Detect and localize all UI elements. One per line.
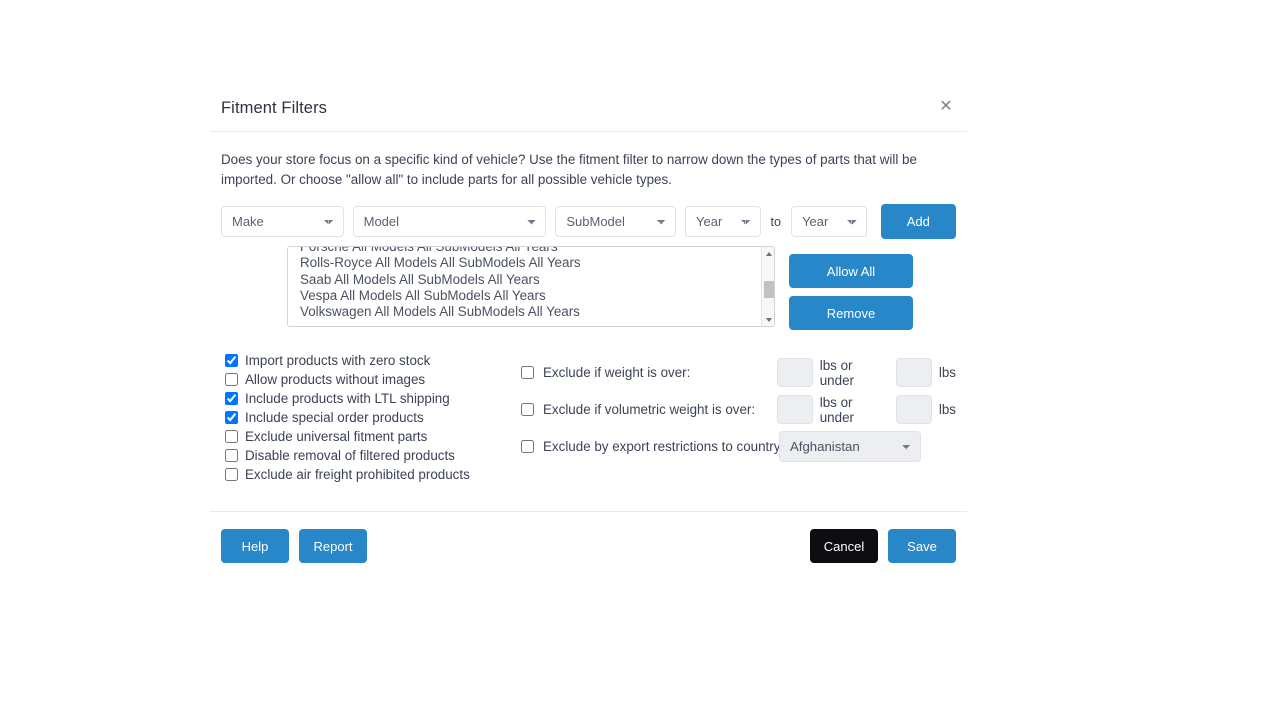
option-label[interactable]: Disable removal of filtered products bbox=[245, 446, 455, 465]
fitment-filter-row: Make Model SubModel Year to Year Add bbox=[221, 204, 957, 239]
options-right-column: Exclude if weight is over: lbs or under … bbox=[521, 351, 956, 484]
intro-text: Does your store focus on a specific kind… bbox=[221, 150, 956, 190]
save-button[interactable]: Save bbox=[888, 529, 956, 563]
fitment-filters-modal: Fitment Filters ✕ Does your store focus … bbox=[210, 86, 967, 563]
footer-right-buttons: Cancel Save bbox=[810, 529, 956, 563]
exclude-volumetric-label[interactable]: Exclude if volumetric weight is over: bbox=[543, 400, 755, 419]
volumetric-under-input[interactable] bbox=[895, 395, 932, 424]
option-row: Allow products without images bbox=[225, 370, 521, 389]
page-title: Fitment Filters bbox=[221, 99, 328, 117]
option-checkbox[interactable] bbox=[225, 354, 238, 367]
fitment-list-scroll-content: Porsche All Models All SubModels All Yea… bbox=[288, 247, 761, 320]
country-select[interactable]: Afghanistan bbox=[779, 431, 921, 462]
report-button[interactable]: Report bbox=[299, 529, 367, 563]
list-item[interactable]: Saab All Models All SubModels All Years bbox=[300, 272, 761, 288]
year-from-select[interactable]: Year bbox=[685, 206, 761, 237]
list-item[interactable]: Rolls-Royce All Models All SubModels All… bbox=[300, 255, 761, 271]
options-section: Import products with zero stock Allow pro… bbox=[221, 351, 956, 484]
option-label[interactable]: Exclude air freight prohibited products bbox=[245, 465, 470, 484]
weight-over-input[interactable] bbox=[776, 358, 813, 387]
option-row: Exclude universal fitment parts bbox=[225, 427, 521, 446]
fitment-listbox-wrapper: Porsche All Models All SubModels All Yea… bbox=[287, 246, 775, 327]
list-item[interactable]: Volkswagen All Models All SubModels All … bbox=[300, 304, 761, 320]
allow-all-button[interactable]: Allow All bbox=[789, 254, 913, 288]
option-row: Disable removal of filtered products bbox=[225, 446, 521, 465]
option-row: Exclude air freight prohibited products bbox=[225, 465, 521, 484]
modal-header: Fitment Filters ✕ bbox=[210, 86, 967, 132]
option-checkbox[interactable] bbox=[225, 468, 238, 481]
listbox-scrollbar[interactable] bbox=[761, 247, 774, 326]
exclude-weight-checkbox[interactable] bbox=[521, 366, 534, 379]
option-row: Import products with zero stock bbox=[225, 351, 521, 370]
modal-body: Does your store focus on a specific kind… bbox=[210, 132, 967, 484]
to-label: to bbox=[770, 214, 782, 229]
exclude-export-checkbox[interactable] bbox=[521, 440, 534, 453]
scroll-down-arrow-icon[interactable] bbox=[762, 313, 774, 326]
weight-mid-label: lbs or under bbox=[819, 357, 854, 388]
option-checkbox[interactable] bbox=[225, 392, 238, 405]
submodel-select[interactable]: SubModel bbox=[555, 206, 677, 237]
year-to-select[interactable]: Year bbox=[791, 206, 867, 237]
exclude-export-row: Exclude by export restrictions to countr… bbox=[521, 428, 956, 465]
exclude-export-label[interactable]: Exclude by export restrictions to countr… bbox=[543, 437, 784, 456]
list-side-buttons: Allow All Remove bbox=[789, 246, 913, 330]
volumetric-end-label: lbs bbox=[938, 402, 956, 417]
model-select[interactable]: Model bbox=[352, 206, 547, 237]
exclude-weight-label[interactable]: Exclude if weight is over: bbox=[543, 363, 690, 382]
intro-line-2: Or choose "allow all" to include parts f… bbox=[280, 172, 672, 187]
remove-button[interactable]: Remove bbox=[789, 296, 913, 330]
fitment-list-area: Porsche All Models All SubModels All Yea… bbox=[221, 246, 956, 330]
scrollbar-thumb[interactable] bbox=[763, 281, 774, 298]
list-item[interactable]: Porsche All Models All SubModels All Yea… bbox=[300, 247, 761, 255]
option-label[interactable]: Allow products without images bbox=[245, 370, 425, 389]
weight-under-input[interactable] bbox=[895, 358, 932, 387]
fitment-listbox[interactable]: Porsche All Models All SubModels All Yea… bbox=[287, 246, 775, 327]
exclude-volumetric-checkbox[interactable] bbox=[521, 403, 534, 416]
option-label[interactable]: Include special order products bbox=[245, 408, 424, 427]
option-checkbox[interactable] bbox=[225, 449, 238, 462]
modal-footer: Help Report Cancel Save bbox=[210, 511, 967, 563]
option-label[interactable]: Import products with zero stock bbox=[245, 351, 430, 370]
exclude-weight-row: Exclude if weight is over: lbs or under … bbox=[521, 354, 956, 391]
add-button[interactable]: Add bbox=[880, 204, 957, 239]
cancel-button[interactable]: Cancel bbox=[810, 529, 878, 563]
help-button[interactable]: Help bbox=[221, 529, 289, 563]
footer-left-buttons: Help Report bbox=[221, 529, 367, 563]
option-checkbox[interactable] bbox=[225, 373, 238, 386]
volumetric-over-input[interactable] bbox=[776, 395, 813, 424]
weight-end-label: lbs bbox=[938, 365, 956, 380]
option-label[interactable]: Exclude universal fitment parts bbox=[245, 427, 427, 446]
close-icon[interactable]: ✕ bbox=[935, 96, 957, 118]
volumetric-mid-label: lbs or under bbox=[819, 394, 854, 425]
option-checkbox[interactable] bbox=[225, 411, 238, 424]
make-select[interactable]: Make bbox=[221, 206, 344, 237]
option-checkbox[interactable] bbox=[225, 430, 238, 443]
option-label[interactable]: Include products with LTL shipping bbox=[245, 389, 450, 408]
scroll-up-arrow-icon[interactable] bbox=[762, 247, 774, 260]
list-item[interactable]: Vespa All Models All SubModels All Years bbox=[300, 288, 761, 304]
exclude-volumetric-row: Exclude if volumetric weight is over: lb… bbox=[521, 391, 956, 428]
option-row: Include special order products bbox=[225, 408, 521, 427]
options-left-column: Import products with zero stock Allow pro… bbox=[225, 351, 521, 484]
option-row: Include products with LTL shipping bbox=[225, 389, 521, 408]
